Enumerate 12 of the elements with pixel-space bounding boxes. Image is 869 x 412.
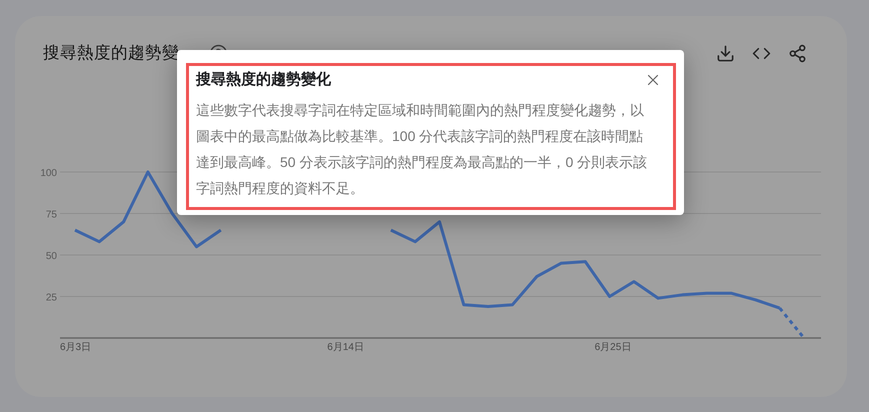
axis-label: 6月25日 xyxy=(594,342,632,353)
card-title: 搜尋熱度的趨勢變 xyxy=(43,43,179,64)
axis-label: 6月14日 xyxy=(327,342,364,353)
dialog-text: 這些數字代表搜尋字詞在特定區域和時間範圍內的熱門程度變化趨勢，以圖表中的最高點做為比較基準。100 分代表該字詞的熱門程度在該時間點達到最高峰。50 分表示該字詞的熱門程度為最高點的一半，0 分則表示該字詞熱門程度的資料不足。 xyxy=(196,101,648,198)
axis-label: 100 xyxy=(40,168,57,179)
dialog-title: 搜尋熱度的趨勢變化 xyxy=(196,70,331,90)
axis-label: 75 xyxy=(46,210,57,220)
axis-label: 50 xyxy=(46,251,57,262)
axis-label: 6月3日 xyxy=(60,342,92,353)
axis-label: 25 xyxy=(46,292,57,304)
download-button[interactable] xyxy=(716,44,735,62)
share-button[interactable] xyxy=(788,44,807,62)
